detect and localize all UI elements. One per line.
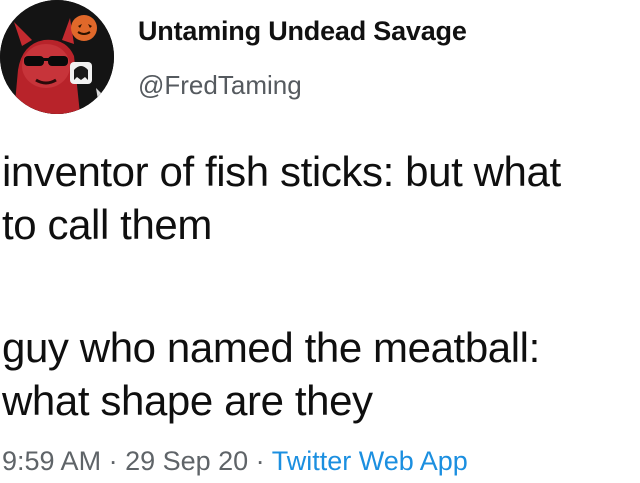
meta-separator: · xyxy=(248,446,272,476)
tweet-line: to call them xyxy=(2,201,212,248)
timestamp-date[interactable]: 29 Sep 20 xyxy=(125,446,248,476)
display-name[interactable]: Untaming Undead Savage xyxy=(138,16,467,47)
timestamp-time[interactable]: 9:59 AM xyxy=(2,446,101,476)
tweet-line: guy who named the meatball: xyxy=(2,324,540,371)
avatar[interactable] xyxy=(0,0,114,114)
handle[interactable]: @FredTaming xyxy=(138,70,302,101)
tweet-meta: 9:59 AM · 29 Sep 20 · Twitter Web App xyxy=(2,446,468,477)
tweet: Untaming Undead Savage @FredTaming inven… xyxy=(0,0,640,483)
tweet-line: inventor of fish sticks: but what xyxy=(2,148,561,195)
source-link[interactable]: Twitter Web App xyxy=(272,446,468,476)
avatar-image xyxy=(0,0,114,114)
tweet-line: what shape are they xyxy=(2,377,373,424)
meta-separator: · xyxy=(101,446,126,476)
tweet-text: inventor of fish sticks: but what to cal… xyxy=(2,145,638,427)
